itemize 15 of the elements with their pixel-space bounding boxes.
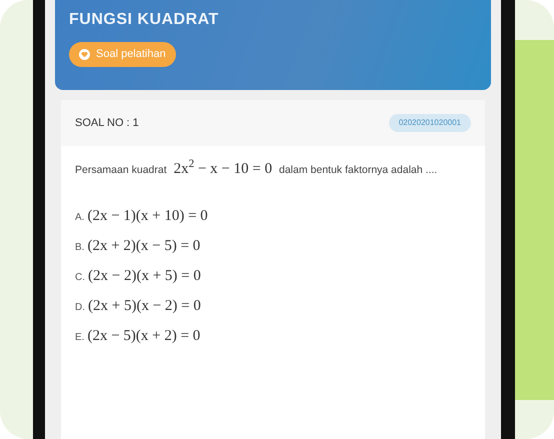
question-number: SOAL NO : 1	[75, 116, 139, 131]
option-equation[interactable]: (2x + 2)(x − 5) = 0	[87, 235, 200, 257]
question-text: Persamaan kuadrat 2x$^{2}$ − x − 10 = 0 dalam bentuk faktornya adalah ....	[75, 158, 438, 179]
option-equation[interactable]: (2x − 1)(x + 10) = 0	[87, 205, 208, 227]
option-letter: E.	[75, 331, 84, 345]
option-letter: B.	[75, 241, 84, 255]
option-letter: D.	[75, 301, 85, 315]
option-equation[interactable]: (2x + 5)(x − 2) = 0	[88, 295, 201, 317]
heart-icon	[79, 48, 90, 60]
question-code: 02020201020001	[388, 114, 471, 132]
option-letter: C.	[75, 271, 85, 285]
option-equation[interactable]: (2x − 2)(x + 5) = 0	[88, 265, 201, 287]
option-equation[interactable]: (2x − 5)(x + 2) = 0	[87, 325, 200, 347]
page-title: FUNGSI KUADRAT	[69, 10, 220, 30]
option-letter: A.	[75, 211, 84, 225]
